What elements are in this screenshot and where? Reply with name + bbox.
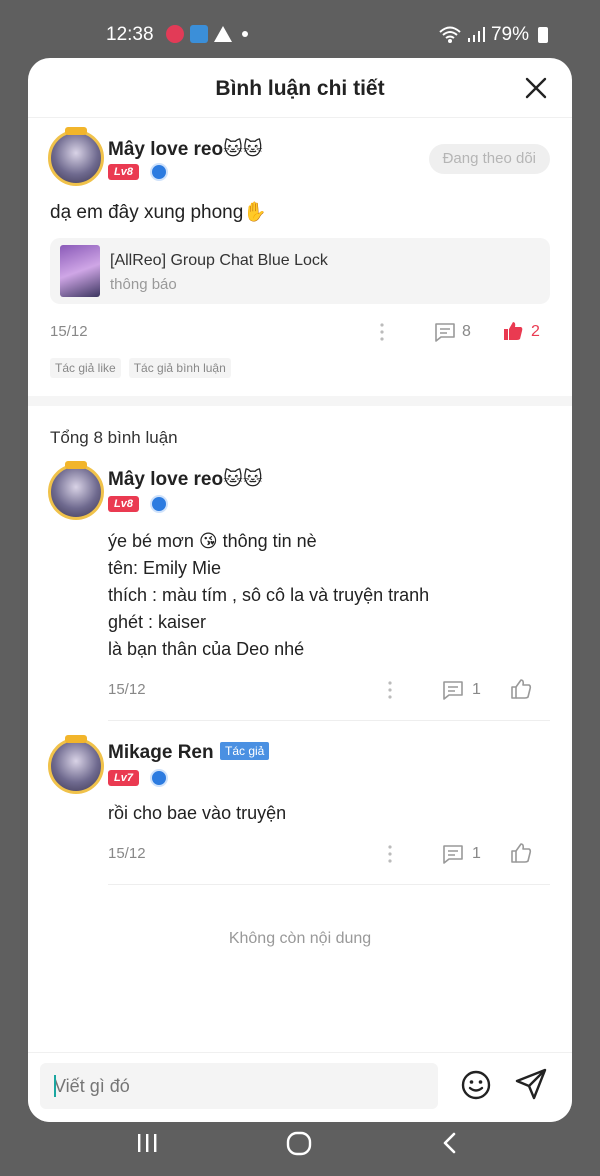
- verified-badge-icon: [150, 769, 168, 787]
- tag-author-liked: Tác giả like: [50, 358, 121, 378]
- comment-detail-sheet: Bình luận chi tiết Mây love reo🐱🐱 Lv8 Đa…: [28, 58, 572, 1122]
- level-badge: Lv8: [108, 164, 139, 180]
- post-text: dạ em đây xung phong✋: [50, 202, 267, 223]
- tag-author-commented: Tác giả bình luận: [128, 358, 231, 378]
- comment-separator: [108, 884, 550, 885]
- verified-badge-icon: [150, 495, 168, 513]
- close-icon[interactable]: [524, 76, 548, 100]
- following-button[interactable]: Đang theo dõi: [428, 144, 550, 174]
- avatar[interactable]: [48, 735, 104, 794]
- comment-input-bar: [28, 1052, 572, 1122]
- system-navigation-bar: [0, 1122, 600, 1176]
- wifi-icon: [439, 26, 461, 43]
- home-icon[interactable]: [286, 1130, 312, 1158]
- back-icon[interactable]: [440, 1130, 460, 1158]
- more-vertical-icon[interactable]: [380, 322, 384, 342]
- crown-frame-icon: [65, 461, 87, 469]
- comment-text: rồi cho bae vào truyện: [108, 800, 286, 827]
- comment-line: rồi cho bae vào truyện: [108, 803, 287, 823]
- like-icon[interactable]: [502, 320, 524, 342]
- sheet-header: Bình luận chi tiết: [28, 58, 572, 118]
- comment-input[interactable]: [40, 1063, 438, 1109]
- emoji-icon[interactable]: [460, 1069, 492, 1101]
- comment-line: thích : màu tím , sô cô la và truyện tra…: [108, 585, 430, 605]
- avatar[interactable]: [48, 461, 104, 520]
- like-icon[interactable]: [510, 678, 532, 700]
- comment-date: 15/12: [108, 845, 146, 862]
- like-count: 2: [531, 323, 540, 340]
- comment-line: ghét : kaiser: [108, 612, 207, 632]
- reply-icon[interactable]: [442, 680, 464, 700]
- signal-icon: [467, 27, 485, 42]
- text-caret: [54, 1075, 56, 1097]
- author-interaction-tags: Tác giả like Tác giả bình luận: [50, 358, 231, 378]
- verified-badge-icon: [150, 163, 168, 181]
- post-date: 15/12: [50, 323, 88, 340]
- app-notification-icon: [190, 25, 208, 43]
- story-cover-image: [60, 245, 100, 297]
- status-notification-icons: [166, 25, 248, 43]
- crown-frame-icon: [65, 735, 87, 743]
- comment-icon[interactable]: [434, 322, 456, 342]
- more-vertical-icon[interactable]: [388, 844, 392, 864]
- like-icon[interactable]: [510, 842, 532, 864]
- comment-line: tên: Emily Mie: [108, 558, 222, 578]
- comment-date: 15/12: [108, 681, 146, 698]
- comments-total: Tổng 8 bình luận: [50, 428, 178, 447]
- battery-percent: 79%: [490, 24, 529, 45]
- send-icon[interactable]: [514, 1067, 548, 1101]
- end-of-content: Không còn nội dung: [228, 930, 372, 947]
- story-title: [AllReo] Group Chat Blue Lock: [110, 252, 328, 269]
- comment-text: ýe bé mơn 😘 thông tin nè tên: Emily Mie …: [108, 528, 429, 663]
- source-story-card[interactable]: [AllReo] Group Chat Blue Lock thông báo: [50, 238, 550, 304]
- sheet-title: Bình luận chi tiết: [215, 77, 385, 100]
- comment-meta-row: 15/12 1: [108, 842, 550, 866]
- battery-icon: [538, 27, 548, 43]
- comment-meta-row: 15/12 1: [108, 678, 550, 702]
- author-badge: Tác giả: [220, 742, 270, 760]
- comment-count: 8: [462, 323, 471, 340]
- more-vertical-icon[interactable]: [388, 680, 392, 700]
- post-username[interactable]: Mây love reo🐱🐱: [108, 138, 263, 161]
- comment-line: là bạn thân của Deo nhé: [108, 639, 305, 659]
- reply-count: 1: [472, 845, 481, 862]
- level-badge: Lv8: [108, 496, 139, 512]
- more-notifications-dot-icon: [242, 31, 248, 37]
- warning-icon: [214, 26, 232, 42]
- status-system-icons: 79%: [439, 24, 548, 46]
- recent-apps-icon[interactable]: [136, 1130, 158, 1158]
- reply-icon[interactable]: [442, 844, 464, 864]
- status-time: 12:38: [106, 24, 154, 45]
- screen-record-icon: [166, 25, 184, 43]
- reply-count: 1: [472, 681, 481, 698]
- comment-username[interactable]: Mikage Ren: [108, 742, 214, 764]
- comment-line: ýe bé mơn 😘 thông tin nè: [108, 531, 317, 551]
- post-meta-row: 15/12 8 2: [50, 320, 550, 344]
- avatar[interactable]: [48, 127, 104, 186]
- level-badge: Lv7: [108, 770, 139, 786]
- crown-frame-icon: [65, 127, 87, 135]
- comment-username[interactable]: Mây love reo🐱🐱: [108, 468, 263, 491]
- section-divider: [28, 396, 572, 406]
- comment-separator: [108, 720, 550, 721]
- story-chapter: thông báo: [110, 276, 177, 293]
